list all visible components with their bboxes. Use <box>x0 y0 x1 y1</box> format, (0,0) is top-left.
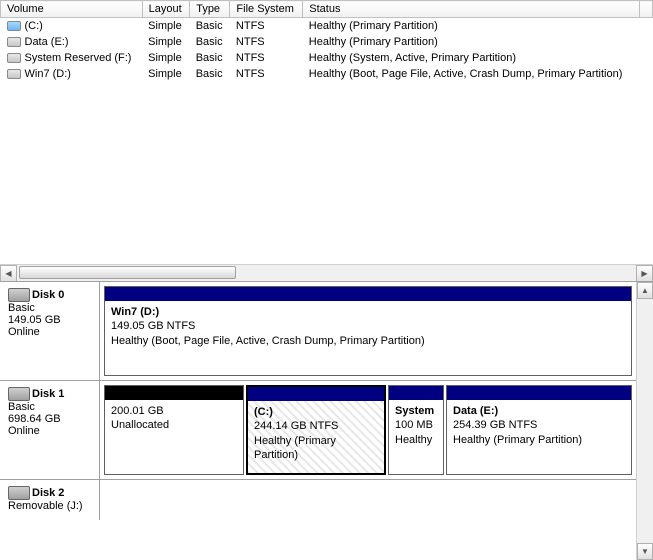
cell-layout: Simple <box>142 66 190 82</box>
scroll-left-icon[interactable]: ◀ <box>0 265 17 282</box>
col-filesystem[interactable]: File System <box>230 1 303 18</box>
drive-icon <box>7 21 21 31</box>
partition-stripe <box>447 386 631 400</box>
partition-win7-d[interactable]: Win7 (D:) 149.05 GB NTFS Healthy (Boot, … <box>104 286 632 376</box>
disk-info-1: Disk 1 Basic 698.64 GB Online <box>0 381 100 479</box>
col-volume[interactable]: Volume <box>1 1 143 18</box>
horizontal-scrollbar[interactable]: ◀ ▶ <box>0 264 653 281</box>
cell-volume: Data (E:) <box>1 34 143 50</box>
partition-name: Win7 (D:) <box>111 305 625 319</box>
partition-stripe <box>105 287 631 301</box>
partition-status: Healthy (Primary Partition) <box>453 433 625 447</box>
partition-unallocated[interactable]: 200.01 GB Unallocated <box>104 385 244 475</box>
cell-volume: (C:) <box>1 18 143 35</box>
cell-type: Basic <box>190 66 230 82</box>
partition-name: System <box>395 404 437 418</box>
table-row[interactable]: System Reserved (F:)SimpleBasicNTFSHealt… <box>1 50 653 66</box>
cell-status: Healthy (Boot, Page File, Active, Crash … <box>303 66 640 82</box>
disk-info-2: Disk 2 Removable (J:) <box>0 480 100 520</box>
partition-stripe <box>389 386 443 400</box>
vertical-scrollbar[interactable]: ▲ ▼ <box>636 282 653 560</box>
disk-type: Basic <box>8 401 91 413</box>
partition-size: 149.05 GB NTFS <box>111 319 625 333</box>
disk-icon <box>8 288 30 302</box>
partition-name: (C:) <box>254 405 378 419</box>
disk-state: Online <box>8 425 91 437</box>
partition-stripe <box>105 386 243 400</box>
disk-title: Disk 1 <box>32 388 64 400</box>
disk-size: 149.05 GB <box>8 314 91 326</box>
disk-state: Online <box>8 326 91 338</box>
partition-stripe <box>248 387 384 401</box>
table-header-row: Volume Layout Type File System Status <box>1 1 653 18</box>
partition-size: 100 MB <box>395 418 437 432</box>
scroll-right-icon[interactable]: ▶ <box>636 265 653 282</box>
disk-size: 698.64 GB <box>8 413 91 425</box>
cell-fs: NTFS <box>230 34 303 50</box>
cell-status: Healthy (System, Active, Primary Partiti… <box>303 50 640 66</box>
col-spacer[interactable] <box>640 1 653 18</box>
cell-volume: System Reserved (F:) <box>1 50 143 66</box>
partition-c[interactable]: (C:) 244.14 GB NTFS Healthy (Primary Par… <box>246 385 386 475</box>
partition-status: Healthy <box>395 433 437 447</box>
partition-size: 200.01 GB <box>111 404 237 418</box>
disk-info-0: Disk 0 Basic 149.05 GB Online <box>0 282 100 380</box>
disk-row-2[interactable]: Disk 2 Removable (J:) <box>0 479 636 520</box>
cell-layout: Simple <box>142 34 190 50</box>
partition-system[interactable]: System 100 MB Healthy <box>388 385 444 475</box>
disk-title: Disk 0 <box>32 289 64 301</box>
partition-status: Unallocated <box>111 418 237 432</box>
cell-fs: NTFS <box>230 66 303 82</box>
disk-icon <box>8 387 30 401</box>
disk-row-1[interactable]: Disk 1 Basic 698.64 GB Online 200.01 GB … <box>0 380 636 479</box>
cell-layout: Simple <box>142 18 190 35</box>
scroll-down-icon[interactable]: ▼ <box>637 543 653 560</box>
scroll-thumb[interactable] <box>19 266 236 279</box>
drive-icon <box>7 37 21 47</box>
cell-volume: Win7 (D:) <box>1 66 143 82</box>
partition-data-e[interactable]: Data (E:) 254.39 GB NTFS Healthy (Primar… <box>446 385 632 475</box>
partition-status: Healthy (Primary Partition) <box>254 434 378 463</box>
disk-map-pane: Disk 0 Basic 149.05 GB Online Win7 (D:) … <box>0 282 653 560</box>
cell-layout: Simple <box>142 50 190 66</box>
col-status[interactable]: Status <box>303 1 640 18</box>
partition-size: 244.14 GB NTFS <box>254 419 378 433</box>
cell-type: Basic <box>190 34 230 50</box>
partition-name: Data (E:) <box>453 404 625 418</box>
volume-list-pane: Volume Layout Type File System Status (C… <box>0 0 653 282</box>
scroll-up-icon[interactable]: ▲ <box>637 282 653 299</box>
disk-icon <box>8 486 30 500</box>
cell-status: Healthy (Primary Partition) <box>303 34 640 50</box>
cell-type: Basic <box>190 18 230 35</box>
disk-type: Removable (J:) <box>8 500 91 512</box>
cell-status: Healthy (Primary Partition) <box>303 18 640 35</box>
disk-title: Disk 2 <box>32 487 64 499</box>
cell-fs: NTFS <box>230 50 303 66</box>
disk-row-0[interactable]: Disk 0 Basic 149.05 GB Online Win7 (D:) … <box>0 282 636 380</box>
cell-fs: NTFS <box>230 18 303 35</box>
drive-icon <box>7 69 21 79</box>
disk-type: Basic <box>8 302 91 314</box>
col-type[interactable]: Type <box>190 1 230 18</box>
table-row[interactable]: Win7 (D:)SimpleBasicNTFSHealthy (Boot, P… <box>1 66 653 82</box>
scroll-track[interactable] <box>17 265 636 282</box>
volume-table: Volume Layout Type File System Status (C… <box>0 0 653 82</box>
col-layout[interactable]: Layout <box>142 1 190 18</box>
table-row[interactable]: Data (E:)SimpleBasicNTFSHealthy (Primary… <box>1 34 653 50</box>
partition-size: 254.39 GB NTFS <box>453 418 625 432</box>
table-row[interactable]: (C:)SimpleBasicNTFSHealthy (Primary Part… <box>1 18 653 35</box>
drive-icon <box>7 53 21 63</box>
cell-type: Basic <box>190 50 230 66</box>
partition-status: Healthy (Boot, Page File, Active, Crash … <box>111 334 625 348</box>
